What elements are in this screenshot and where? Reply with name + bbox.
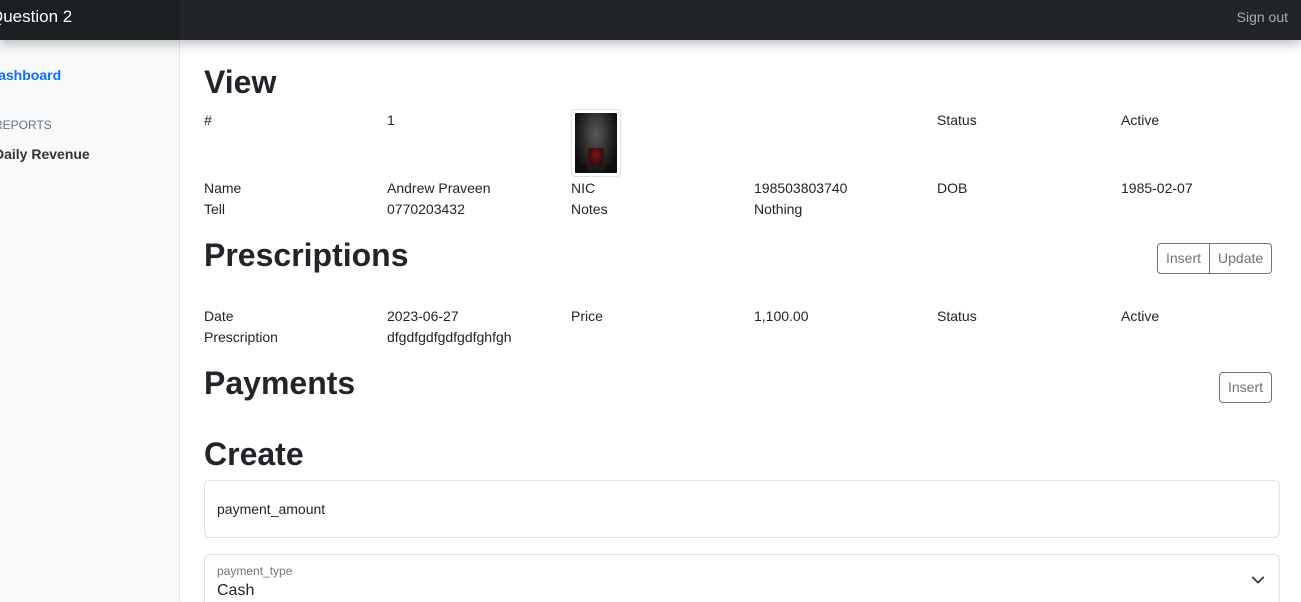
sidebar-heading-reports: REPORTS xyxy=(0,118,52,132)
view-value-tell: 0770203432 xyxy=(387,201,465,217)
view-value-status: Active xyxy=(1121,112,1160,128)
main-content: View # 1 Status Active Name Andrew Prave… xyxy=(180,40,1301,602)
sidebar: Dashboard REPORTS Daily Revenue xyxy=(0,40,180,602)
view-value-number: 1 xyxy=(387,112,395,128)
brand-label: Question 2 xyxy=(0,7,73,26)
payment-amount-placeholder: payment_amount xyxy=(217,501,326,517)
sidebar-item-daily-revenue[interactable]: Daily Revenue xyxy=(0,146,90,162)
payments-title: Payments xyxy=(204,365,356,401)
view-value-name: Andrew Praveen xyxy=(387,180,491,196)
payment-type-label: payment_type xyxy=(217,564,293,578)
view-label-dob: DOB xyxy=(937,180,968,196)
prescription-label-status: Status xyxy=(937,308,977,324)
view-label-status: Status xyxy=(937,112,977,128)
sidebar-item-dashboard[interactable]: Dashboard xyxy=(0,67,61,83)
view-title: View xyxy=(204,64,277,100)
brand[interactable]: Question 2 xyxy=(0,0,180,40)
view-value-nic: 198503803740 xyxy=(754,180,848,196)
prescription-label-price: Price xyxy=(571,308,603,324)
prescriptions-update-button[interactable]: Update xyxy=(1210,243,1273,274)
prescription-value-text: dfgdfgdfgdfgdfghfgh xyxy=(387,329,512,345)
prescriptions-insert-button[interactable]: Insert xyxy=(1157,243,1211,274)
payment-type-select[interactable]: payment_type Cash xyxy=(204,554,1280,602)
view-label-number: # xyxy=(204,112,212,128)
profile-image xyxy=(571,109,621,177)
prescriptions-title: Prescriptions xyxy=(204,237,409,273)
top-navbar: Question 2 Sign out xyxy=(0,0,1301,40)
view-label-tell: Tell xyxy=(204,201,226,217)
chevron-down-icon xyxy=(1251,576,1265,584)
prescription-value-status: Active xyxy=(1121,308,1160,324)
payment-amount-input[interactable]: payment_amount xyxy=(204,480,1280,538)
prescription-value-date: 2023-06-27 xyxy=(387,308,459,324)
prescription-value-price: 1,100.00 xyxy=(754,308,809,324)
payments-insert-button[interactable]: Insert xyxy=(1219,372,1273,403)
payment-type-value: Cash xyxy=(217,582,255,599)
view-label-name: Name xyxy=(204,180,242,196)
signout-link[interactable]: Sign out xyxy=(1237,9,1288,25)
prescriptions-button-group: Insert Update xyxy=(1157,243,1273,274)
prescription-label-text: Prescription xyxy=(204,329,278,345)
view-value-notes: Nothing xyxy=(754,201,803,217)
prescription-label-date: Date xyxy=(204,308,234,324)
view-value-dob: 1985-02-07 xyxy=(1121,180,1193,196)
view-label-nic: NIC xyxy=(571,180,596,196)
create-title: Create xyxy=(204,436,304,472)
view-label-notes: Notes xyxy=(571,201,608,217)
